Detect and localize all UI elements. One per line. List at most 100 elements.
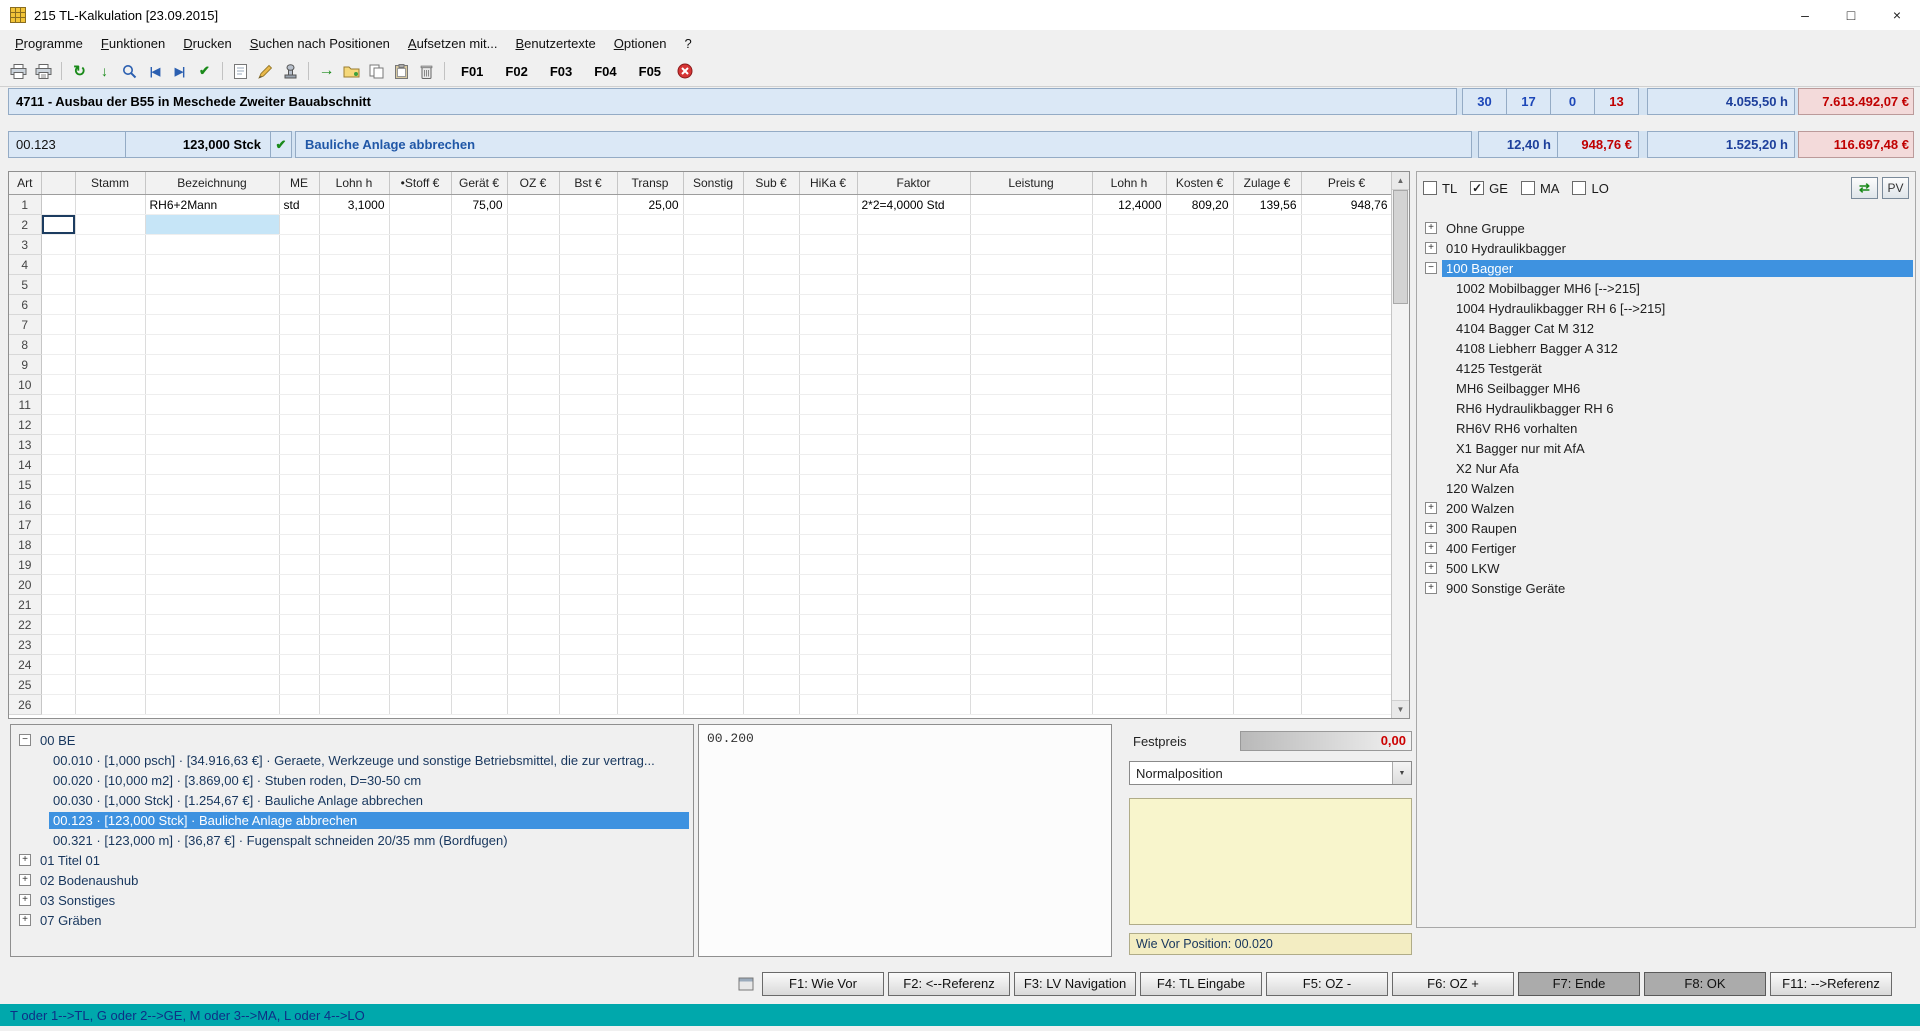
device-tree-item[interactable]: +010 Hydraulikbagger: [1419, 238, 1913, 258]
grid-cell[interactable]: [857, 235, 970, 255]
grid-cell[interactable]: [743, 395, 799, 415]
grid-cell[interactable]: [41, 675, 75, 695]
expand-icon[interactable]: +: [1425, 582, 1437, 594]
grid-cell[interactable]: [1233, 575, 1301, 595]
grid-cell[interactable]: [41, 295, 75, 315]
grid-cell[interactable]: [1301, 655, 1392, 675]
grid-cell[interactable]: [319, 315, 389, 335]
toolbar-f02-button[interactable]: F02: [494, 62, 538, 81]
grid-cell[interactable]: [389, 595, 451, 615]
grid-cell[interactable]: [857, 435, 970, 455]
grid-cell[interactable]: [279, 535, 319, 555]
grid-cell[interactable]: [857, 695, 970, 715]
grid-cell[interactable]: [683, 355, 743, 375]
grid-cell[interactable]: [389, 615, 451, 635]
expand-icon[interactable]: +: [19, 854, 31, 866]
grid-cell[interactable]: [1301, 575, 1392, 595]
edit-icon[interactable]: [254, 60, 277, 82]
grid-cell[interactable]: [507, 235, 559, 255]
grid-cell[interactable]: [389, 215, 451, 235]
grid-cell[interactable]: [1233, 475, 1301, 495]
grid-cell[interactable]: [389, 555, 451, 575]
device-tree-item[interactable]: +300 Raupen: [1419, 518, 1913, 538]
device-tree-item[interactable]: X1 Bagger nur mit AfA: [1419, 438, 1913, 458]
grid-cell[interactable]: [970, 535, 1092, 555]
grid-cell[interactable]: [1301, 355, 1392, 375]
grid-cell[interactable]: [559, 475, 617, 495]
grid-cell[interactable]: [389, 455, 451, 475]
grid-cell[interactable]: [1092, 615, 1166, 635]
grid-cell[interactable]: [559, 695, 617, 715]
grid-cell[interactable]: [389, 195, 451, 215]
grid-cell[interactable]: [1301, 295, 1392, 315]
fn-f8-button[interactable]: F8: OK: [1644, 972, 1766, 996]
grid-cell[interactable]: [389, 255, 451, 275]
grid-cell[interactable]: [279, 595, 319, 615]
grid-cell[interactable]: [319, 695, 389, 715]
grid-cell[interactable]: [507, 275, 559, 295]
grid-cell[interactable]: [743, 255, 799, 275]
grid-cell[interactable]: [1301, 555, 1392, 575]
grid-cell[interactable]: [799, 575, 857, 595]
grid-cell[interactable]: [75, 215, 145, 235]
grid-cell[interactable]: [617, 415, 683, 435]
grid-cell[interactable]: [145, 695, 279, 715]
fn-f1-button[interactable]: F1: Wie Vor: [762, 972, 884, 996]
grid-cell[interactable]: [857, 415, 970, 435]
grid-cell[interactable]: [683, 535, 743, 555]
grid-cell[interactable]: [507, 655, 559, 675]
grid-cell[interactable]: [683, 675, 743, 695]
grid-cell[interactable]: [451, 535, 507, 555]
grid-cell[interactable]: [41, 395, 75, 415]
grid-col-18[interactable]: Preis €: [1301, 172, 1392, 195]
grid-cell[interactable]: [1166, 655, 1233, 675]
grid-cell[interactable]: [75, 655, 145, 675]
grid-cell[interactable]: [389, 575, 451, 595]
grid-col-7[interactable]: OZ €: [507, 172, 559, 195]
grid-cell[interactable]: [617, 275, 683, 295]
grid-cell[interactable]: [1301, 415, 1392, 435]
grid-col-15[interactable]: Lohn h: [1092, 172, 1166, 195]
grid-cell[interactable]: [683, 195, 743, 215]
filter-lo[interactable]: LO: [1572, 181, 1608, 196]
grid-cell[interactable]: [559, 215, 617, 235]
grid-cell[interactable]: [1092, 255, 1166, 275]
grid-cell[interactable]: [970, 695, 1092, 715]
grid-cell[interactable]: [145, 295, 279, 315]
grid-cell[interactable]: [857, 355, 970, 375]
grid-cell[interactable]: [145, 575, 279, 595]
menu-item-0[interactable]: Programme: [6, 32, 92, 55]
grid-cell[interactable]: [970, 295, 1092, 315]
grid-cell[interactable]: [279, 275, 319, 295]
grid-cell[interactable]: [1092, 515, 1166, 535]
grid-cell[interactable]: [1166, 275, 1233, 295]
toolbar-f01-button[interactable]: F01: [450, 62, 494, 81]
device-tree-item[interactable]: RH6 Hydraulikbagger RH 6: [1419, 398, 1913, 418]
grid-cell[interactable]: [1092, 275, 1166, 295]
pv-button[interactable]: PV: [1882, 177, 1909, 199]
grid-cell[interactable]: [319, 515, 389, 535]
device-tree-item[interactable]: +400 Fertiger: [1419, 538, 1913, 558]
grid-cell[interactable]: [75, 375, 145, 395]
grid-col-11[interactable]: Sub €: [743, 172, 799, 195]
collapse-icon[interactable]: −: [1425, 262, 1437, 274]
grid-cell[interactable]: [145, 375, 279, 395]
grid-cell[interactable]: [75, 575, 145, 595]
grid-cell[interactable]: 3,1000: [319, 195, 389, 215]
grid-cell[interactable]: [1166, 635, 1233, 655]
grid-cell[interactable]: [799, 615, 857, 635]
grid-cell[interactable]: [507, 535, 559, 555]
grid-cell[interactable]: [970, 415, 1092, 435]
lv-tree-item[interactable]: 00.123 · [123,000 Stck] · Bauliche Anlag…: [15, 810, 689, 830]
device-tree-item[interactable]: 4108 Liebherr Bagger A 312: [1419, 338, 1913, 358]
grid-cell[interactable]: [970, 195, 1092, 215]
grid-cell[interactable]: [319, 375, 389, 395]
grid-cell[interactable]: [41, 275, 75, 295]
grid-cell[interactable]: [145, 535, 279, 555]
grid-cell[interactable]: [1233, 355, 1301, 375]
grid-cell[interactable]: [389, 335, 451, 355]
grid-cell[interactable]: [970, 655, 1092, 675]
grid-cell[interactable]: [970, 375, 1092, 395]
grid-cell[interactable]: [683, 215, 743, 235]
grid-cell[interactable]: [389, 515, 451, 535]
